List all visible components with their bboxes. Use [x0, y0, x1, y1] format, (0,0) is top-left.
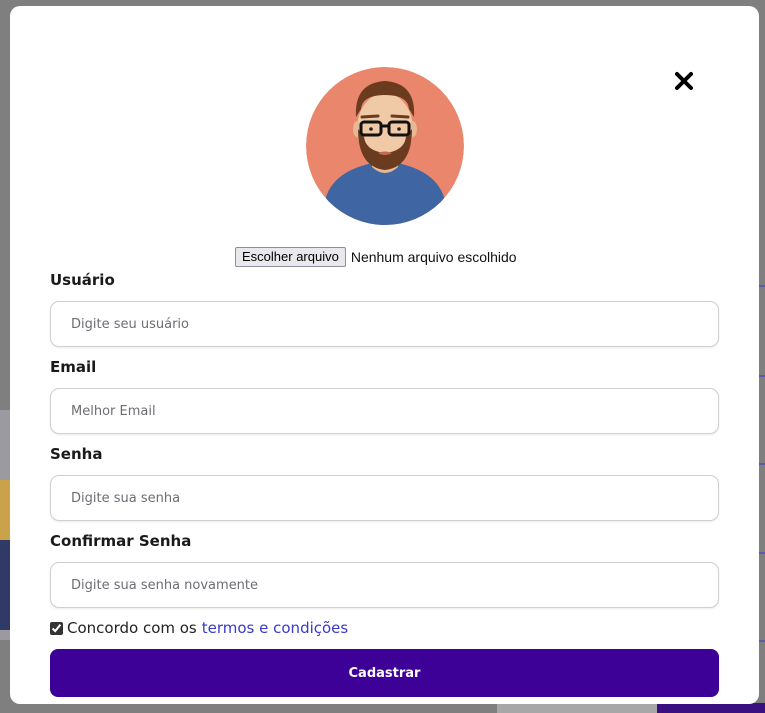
close-icon[interactable]	[673, 70, 695, 92]
avatar	[306, 67, 464, 225]
password-input[interactable]	[50, 475, 719, 521]
file-input: Escolher arquivo Nenhum arquivo escolhid…	[235, 247, 517, 267]
background-bottom-bar	[497, 703, 765, 713]
background-illustration	[0, 410, 10, 640]
register-modal: Escolher arquivo Nenhum arquivo escolhid…	[10, 6, 759, 704]
register-button[interactable]: Cadastrar	[50, 649, 719, 697]
confirm-password-label: Confirmar Senha	[50, 532, 192, 550]
terms-link[interactable]: termos e condições	[202, 619, 348, 637]
terms-checkbox[interactable]	[50, 621, 63, 635]
confirm-password-input[interactable]	[50, 562, 719, 608]
choose-file-button[interactable]: Escolher arquivo	[235, 247, 346, 267]
email-input[interactable]	[50, 388, 719, 434]
username-input[interactable]	[50, 301, 719, 347]
password-label: Senha	[50, 445, 103, 463]
email-label: Email	[50, 358, 97, 376]
username-label: Usuário	[50, 271, 115, 289]
terms-text: Concordo com os	[67, 619, 197, 637]
file-status: Nenhum arquivo escolhido	[350, 249, 517, 265]
background-table-edge	[759, 285, 765, 713]
user-avatar-illustration	[306, 67, 464, 225]
terms-row: Concordo com os termos e condições	[50, 619, 348, 637]
